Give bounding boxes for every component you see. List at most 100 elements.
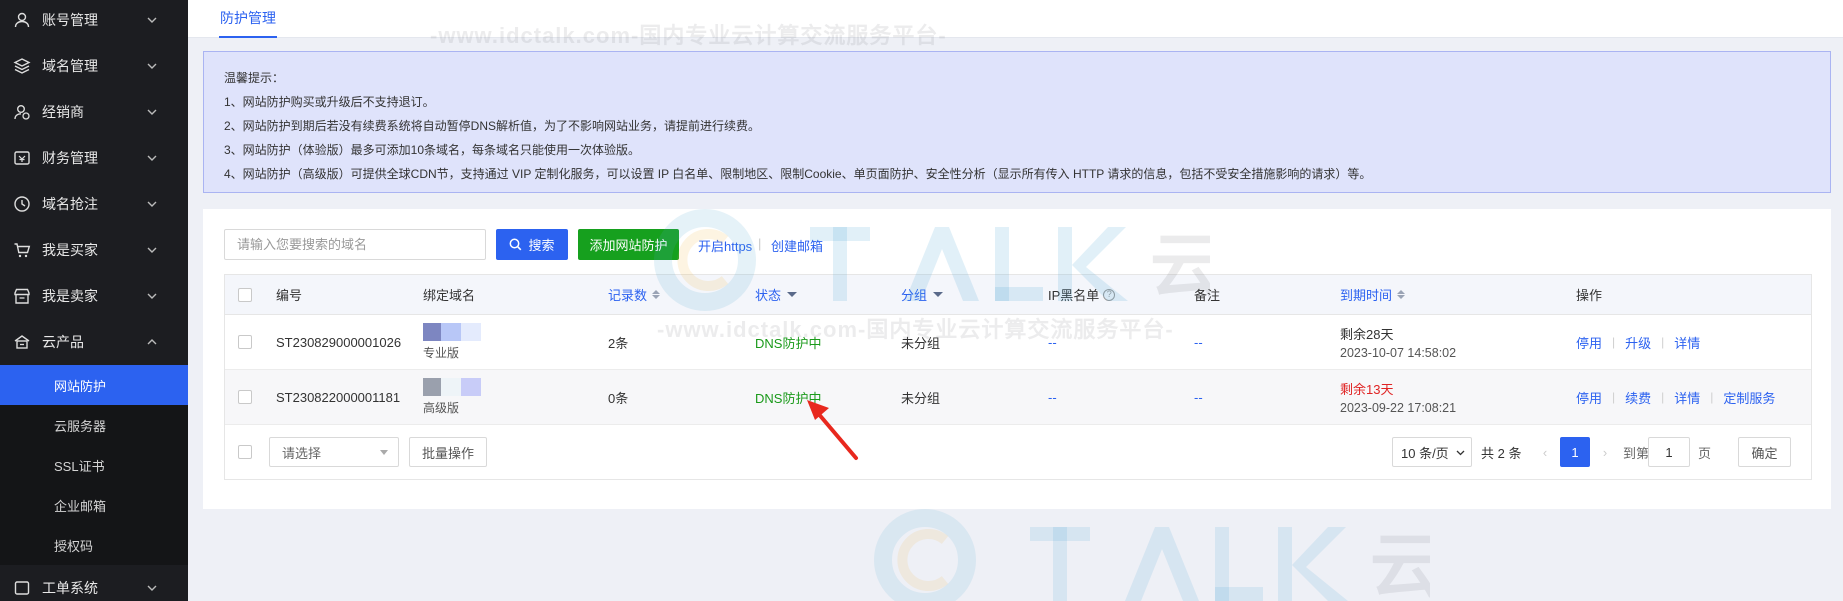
svg-text:云说: 云说 xyxy=(1370,525,1430,601)
dealer-icon xyxy=(12,102,32,122)
chevron-down-icon xyxy=(147,201,157,207)
row-remark[interactable]: -- xyxy=(1194,315,1203,369)
sidebar-item-cloud-server[interactable]: 云服务器 xyxy=(0,405,188,445)
sidebar-item-auth-code[interactable]: 授权码 xyxy=(0,525,188,565)
menu-cloud-products[interactable]: 云产品 xyxy=(0,319,188,365)
col-status-label: 状态 xyxy=(755,288,782,303)
blurred-domain-image xyxy=(423,378,481,396)
user-icon xyxy=(12,10,32,30)
sidebar-item-enterprise-mail[interactable]: 企业邮箱 xyxy=(0,485,188,525)
col-expiry[interactable]: 到期时间 xyxy=(1340,275,1406,314)
row-ops: 停用 | 升级 | 详情 xyxy=(1576,315,1700,369)
page-number-current[interactable]: 1 xyxy=(1560,437,1590,467)
menu-domain[interactable]: 域名管理 xyxy=(0,43,188,89)
chevron-down-icon xyxy=(147,293,157,299)
store-icon xyxy=(12,286,32,306)
disable-link[interactable]: 停用 xyxy=(1576,388,1602,407)
cloud-products-submenu: 网站防护 云服务器 SSL证书 企业邮箱 授权码 xyxy=(0,365,188,565)
row-expiry-date: 2023-10-07 14:58:02 xyxy=(1340,346,1457,360)
row-id: ST230829000001026 xyxy=(276,334,402,350)
select-all-checkbox[interactable] xyxy=(238,287,252,302)
menu-label: 经销商 xyxy=(42,104,84,120)
layers-icon xyxy=(12,56,32,76)
chevron-down-icon xyxy=(147,17,157,23)
row-edition: 专业版 xyxy=(423,346,460,360)
batch-select-value: 请选择 xyxy=(282,445,322,461)
col-ip-blacklist: IP黑名单 ? xyxy=(1048,275,1116,314)
renew-link[interactable]: 续费 xyxy=(1625,388,1651,407)
tips-notice: 温馨提示： 1、网站防护购买或升级后不支持退订。 2、网站防护到期后若没有续费系… xyxy=(203,51,1831,193)
search-button[interactable]: 搜索 xyxy=(496,229,568,260)
batch-action-select[interactable]: 请选择 xyxy=(269,437,399,467)
domain-search-input[interactable] xyxy=(224,229,486,260)
menu-snatch[interactable]: 域名抢注 xyxy=(0,181,188,227)
disable-link[interactable]: 停用 xyxy=(1576,333,1602,352)
details-link[interactable]: 详情 xyxy=(1674,388,1700,407)
top-tab-bar: 防护管理 xyxy=(188,0,1843,38)
col-status[interactable]: 状态 xyxy=(755,275,798,314)
sort-icon xyxy=(1397,290,1406,299)
row-records: 0条 xyxy=(608,390,629,406)
menu-account[interactable]: 账号管理 xyxy=(0,0,188,43)
menu-label: 我是买家 xyxy=(42,242,98,258)
blurred-domain-image xyxy=(423,323,481,341)
row-checkbox[interactable] xyxy=(238,335,252,349)
row-checkbox[interactable] xyxy=(238,390,252,404)
row-id: ST230822000001181 xyxy=(276,389,401,405)
table-row: ST230822000001181 高级版 0条 DNS防护中 未分组 -- -… xyxy=(225,370,1811,425)
tab-protection-management[interactable]: 防护管理 xyxy=(219,0,277,38)
row-records: 2条 xyxy=(608,335,629,351)
row-remark[interactable]: -- xyxy=(1194,370,1203,424)
page-size-value: 10 条/页 xyxy=(1401,445,1449,461)
col-id: 编号 xyxy=(276,288,303,303)
page-size-select[interactable]: 10 条/页 xyxy=(1392,437,1472,467)
row-ip-blacklist[interactable]: -- xyxy=(1048,315,1057,369)
link-separator: | xyxy=(758,236,762,251)
notice-title: 温馨提示： xyxy=(224,71,285,85)
chevron-down-icon xyxy=(147,247,157,253)
col-group[interactable]: 分组 xyxy=(901,275,944,314)
finance-icon xyxy=(12,148,32,168)
confirm-goto-button[interactable]: 确定 xyxy=(1738,437,1791,467)
goto-page-input[interactable] xyxy=(1648,437,1690,467)
menu-seller[interactable]: 我是卖家 xyxy=(0,273,188,319)
menu-label: 我是卖家 xyxy=(42,288,98,304)
col-remark: 备注 xyxy=(1194,288,1221,303)
custom-service-link[interactable]: 定制服务 xyxy=(1723,388,1775,407)
row-ip-blacklist[interactable]: -- xyxy=(1048,370,1057,424)
row-edition: 高级版 xyxy=(423,401,460,415)
chevron-down-icon xyxy=(380,450,388,455)
menu-tickets[interactable]: 工单系统 xyxy=(0,565,188,601)
details-link[interactable]: 详情 xyxy=(1674,333,1700,352)
notice-line: 4、网站防护（高级版）可提供全球CDN节，支持通过 VIP 定制化服务，可以设置… xyxy=(224,167,1372,181)
ticket-icon xyxy=(12,578,32,598)
help-icon[interactable]: ? xyxy=(1103,288,1116,301)
chevron-down-icon xyxy=(147,63,157,69)
menu-finance[interactable]: 财务管理 xyxy=(0,135,188,181)
enable-https-link[interactable]: 开启https xyxy=(698,236,752,255)
menu-buyer[interactable]: 我是买家 xyxy=(0,227,188,273)
menu-dealer[interactable]: 经销商 xyxy=(0,89,188,135)
next-page-icon[interactable]: › xyxy=(1590,437,1620,467)
prev-page-icon[interactable]: ‹ xyxy=(1530,437,1560,467)
sidebar-item-website-protection[interactable]: 网站防护 xyxy=(0,365,188,405)
sidebar-item-ssl-cert[interactable]: SSL证书 xyxy=(0,445,188,485)
footer-select-all-checkbox[interactable] xyxy=(238,445,252,459)
col-group-label: 分组 xyxy=(901,288,928,303)
chevron-down-icon xyxy=(147,585,157,591)
create-mailbox-link[interactable]: 创建邮箱 xyxy=(771,236,823,255)
page-unit-label: 页 xyxy=(1698,445,1712,461)
batch-operation-button[interactable]: 批量操作 xyxy=(409,437,487,467)
add-protection-button[interactable]: 添加网站防护 xyxy=(578,229,679,260)
notice-line: 1、网站防护购买或升级后不支持退订。 xyxy=(224,95,435,109)
col-records-label: 记录数 xyxy=(608,288,648,303)
col-records[interactable]: 记录数 xyxy=(608,275,661,314)
row-ops: 停用 | 续费 | 详情 | 定制服务 xyxy=(1576,370,1775,424)
menu-label: 域名抢注 xyxy=(42,196,98,212)
menu-label: 财务管理 xyxy=(42,150,98,166)
row-expiry-date: 2023-09-22 17:08:21 xyxy=(1340,401,1457,415)
filter-caret-icon xyxy=(787,292,798,297)
upgrade-link[interactable]: 升级 xyxy=(1625,333,1651,352)
chevron-up-icon xyxy=(147,339,157,345)
row-group: 未分组 xyxy=(901,335,941,351)
